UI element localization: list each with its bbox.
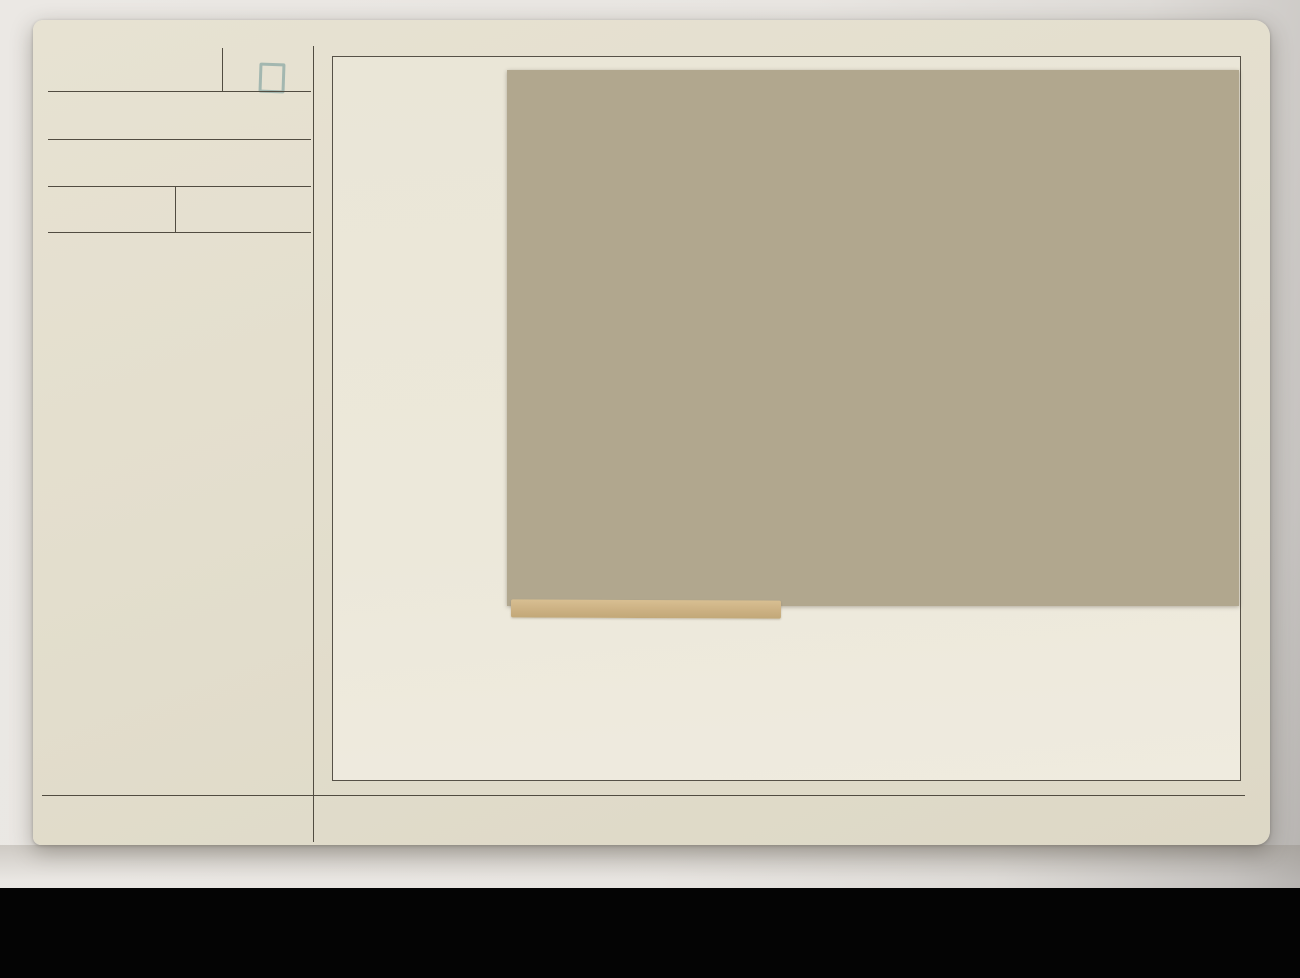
field-divider [175, 186, 176, 232]
rule [42, 795, 1245, 796]
rule [48, 232, 311, 233]
alamy-stock-photo-page [0, 0, 1300, 978]
rule [48, 186, 311, 187]
footer-bar [0, 888, 1300, 978]
archive-card [33, 20, 1270, 845]
censor-stamp [258, 62, 286, 94]
rule [48, 139, 311, 140]
column-divider [313, 46, 314, 842]
rule [48, 91, 311, 92]
tape-strip [510, 599, 782, 619]
photograph [507, 70, 1239, 606]
field-divider [222, 48, 223, 92]
